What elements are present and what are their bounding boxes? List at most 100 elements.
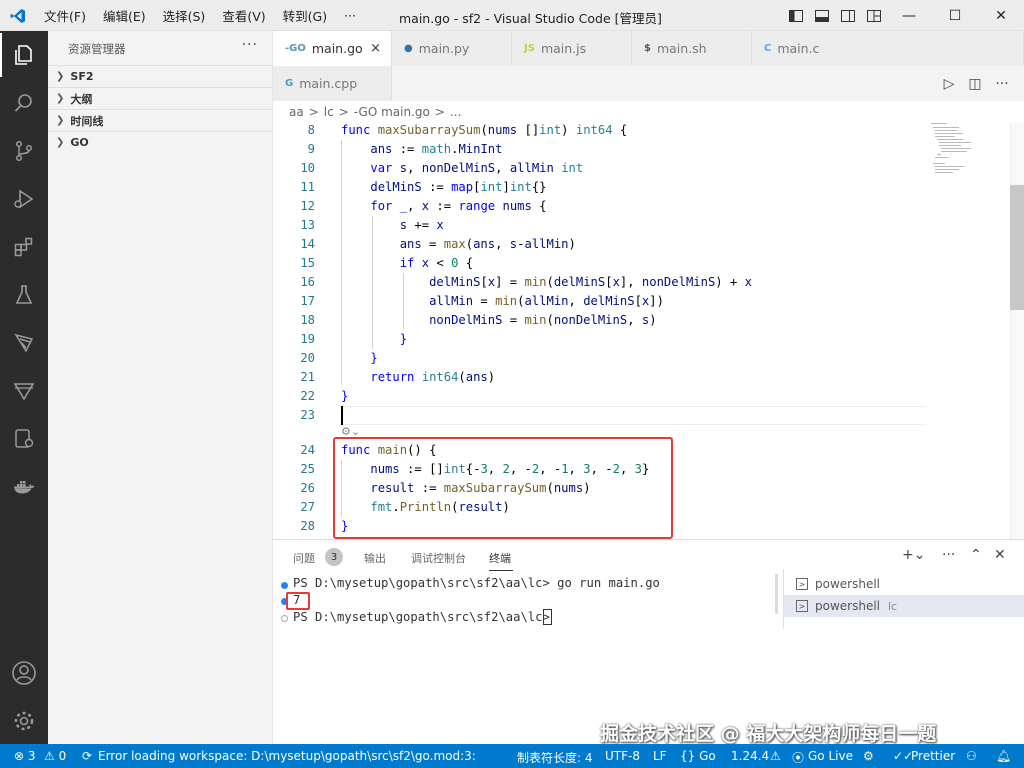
tab-terminal[interactable]: 终端 — [489, 550, 511, 566]
code-line[interactable]: 12 for _, x := range nums { — [273, 197, 923, 216]
code-editor[interactable]: 8 func maxSubarraySum(nums []int) int64 {… — [273, 123, 1024, 539]
chevron-right-icon: ❯ — [56, 71, 65, 82]
notifications-bell-icon[interactable]: 🔔︎ — [996, 749, 1011, 763]
account-icon[interactable] — [0, 649, 48, 697]
code-text: var s, nonDelMinS, allMin int — [370, 161, 584, 175]
section-outline[interactable]: ❯ 大纲 — [48, 87, 273, 109]
code-line[interactable]: 18 nonDelMinS = min(nonDelMinS, s) — [273, 311, 923, 330]
code-line[interactable]: 19 } — [273, 330, 923, 349]
terminal-label: powershell — [815, 577, 880, 591]
toggle-primary-sidebar-icon[interactable] — [788, 8, 804, 24]
breadcrumb-item[interactable]: lc — [324, 105, 334, 119]
code-line[interactable]: 11 delMinS := map[int]int{} — [273, 178, 923, 197]
extensions-icon[interactable] — [0, 223, 48, 271]
code-line[interactable]: 8 func maxSubarraySum(nums []int) int64 { — [273, 123, 923, 140]
code-line[interactable]: 22} — [273, 387, 923, 406]
sidebar-more-button[interactable]: ··· — [242, 37, 258, 53]
code-line[interactable]: 14 ans = max(ans, s-allMin) — [273, 235, 923, 254]
menu-file[interactable]: 文件(F) — [44, 6, 86, 25]
menu-go[interactable]: 转到(G) — [283, 6, 327, 25]
section-go[interactable]: ❯ GO — [48, 131, 273, 153]
terminal-item-selected[interactable]: > powershell lc — [784, 595, 1024, 617]
vscode-logo-icon — [10, 9, 25, 23]
tab-main-sh[interactable]: $ main.sh — [632, 31, 752, 66]
code-line[interactable]: 15 if x < 0 { — [273, 254, 923, 273]
close-icon[interactable]: × — [370, 41, 381, 56]
tab-label: main.py — [418, 41, 470, 56]
menu-view[interactable]: 查看(V) — [222, 6, 265, 25]
status-errors[interactable]: ⊗ 3 — [14, 749, 36, 763]
status-warnings[interactable]: ⚠ 0 — [44, 749, 66, 763]
close-window-button[interactable]: ✕ — [978, 0, 1024, 31]
maximize-button[interactable]: ☐ — [932, 0, 978, 31]
tab-output[interactable]: 输出 — [364, 550, 386, 566]
tab-debug-console[interactable]: 调试控制台 — [411, 550, 466, 566]
status-tab-size[interactable]: 制表符长度: 4 — [517, 749, 593, 766]
breadcrumb-item[interactable]: -GO main.go — [354, 105, 430, 119]
settings-gear-icon[interactable] — [0, 697, 48, 745]
editor-scrollbar-thumb[interactable] — [1010, 185, 1024, 310]
explorer-icon[interactable] — [0, 31, 48, 79]
remote-explorer-icon[interactable] — [0, 319, 48, 367]
code-line[interactable]: 17 allMin = min(allMin, delMinS[x]) — [273, 292, 923, 311]
tab-problems[interactable]: 问题 — [293, 550, 315, 566]
search-icon[interactable] — [0, 79, 48, 127]
new-terminal-plus-icon[interactable]: +⌄ — [902, 547, 925, 563]
code-line[interactable]: 13 s += x — [273, 216, 923, 235]
testing-flask-icon[interactable] — [0, 271, 48, 319]
code-line[interactable]: 10 var s, nonDelMinS, allMin int — [273, 159, 923, 178]
line-number: 17 — [300, 294, 315, 308]
warning-icon[interactable]: ⚠ — [770, 749, 781, 763]
minimize-button[interactable]: — — [886, 0, 932, 31]
minimap[interactable] — [931, 123, 1001, 183]
editor-tabs: -GO main.go × ● main.py JS main.js $ mai… — [273, 31, 1024, 101]
section-timeline[interactable]: ❯ 时间线 — [48, 109, 273, 131]
code-line[interactable]: 9 ans := math.MinInt — [273, 140, 923, 159]
sidebar-title: 资源管理器 — [68, 42, 126, 56]
code-line[interactable]: 21 return int64(ans) — [273, 368, 923, 387]
settings-sync-icon[interactable]: ⚙ — [863, 749, 874, 763]
terminal-item[interactable]: > powershell — [784, 573, 1024, 595]
docker-whale-icon[interactable] — [0, 463, 48, 511]
line-number: 16 — [300, 275, 315, 289]
terminal-prompt[interactable]: PS D:\mysetup\gopath\src\sf2\aa\lc> — [293, 610, 557, 624]
tab-main-js[interactable]: JS main.js — [512, 31, 632, 66]
customize-layout-icon[interactable] — [866, 8, 882, 24]
terminal-scrollbar[interactable] — [775, 574, 778, 614]
code-line[interactable]: 16 delMinS[x] = min(delMinS[x], nonDelMi… — [273, 273, 923, 292]
menu-edit[interactable]: 编辑(E) — [103, 6, 146, 25]
status-language[interactable]: {} Go — [680, 749, 716, 763]
code-line[interactable]: 23 — [273, 406, 923, 425]
status-prettier[interactable]: Prettier — [911, 749, 955, 763]
tab-main-cpp[interactable]: G main.cpp — [273, 66, 392, 101]
remote-window-icon[interactable] — [0, 415, 48, 463]
section-sf2[interactable]: ❯ SF2 — [48, 65, 273, 87]
breadcrumb-item[interactable]: ... — [450, 105, 461, 119]
more-actions-icon[interactable]: ··· — [992, 74, 1012, 94]
status-encoding[interactable]: UTF-8 — [605, 749, 640, 763]
menu-selection[interactable]: 选择(S) — [163, 6, 206, 25]
status-go-version[interactable]: 1.24.4 — [731, 749, 769, 763]
run-debug-icon[interactable] — [0, 175, 48, 223]
maximize-panel-icon[interactable]: ⌃ — [970, 547, 982, 563]
line-number: 11 — [300, 180, 315, 194]
accounts-icon[interactable]: ⚇ — [966, 749, 977, 763]
toggle-secondary-sidebar-icon[interactable] — [840, 8, 856, 24]
go-test-triangle-icon[interactable] — [0, 367, 48, 415]
toggle-panel-icon[interactable] — [814, 8, 830, 24]
close-panel-icon[interactable]: ✕ — [994, 547, 1006, 563]
source-control-icon[interactable] — [0, 127, 48, 175]
tab-main-go[interactable]: -GO main.go × — [273, 31, 392, 66]
tab-main-py[interactable]: ● main.py — [392, 31, 512, 66]
status-eol[interactable]: LF — [653, 749, 667, 763]
status-golive[interactable]: Go Live — [808, 749, 853, 763]
status-message[interactable]: Error loading workspace: D:\mysetup\gopa… — [98, 749, 480, 763]
split-editor-icon[interactable]: ◫ — [965, 74, 985, 94]
title-bar: 文件(F) 编辑(E) 选择(S) 查看(V) 转到(G) ··· main.g… — [0, 0, 1024, 31]
more-icon[interactable]: ··· — [942, 547, 955, 563]
run-file-icon[interactable]: ▷ — [939, 74, 959, 94]
breadcrumb-item[interactable]: aa — [289, 105, 304, 119]
tab-main-c[interactable]: C main.c — [752, 31, 1024, 66]
code-line[interactable]: 20 } — [273, 349, 923, 368]
menu-more[interactable]: ··· — [344, 8, 356, 23]
